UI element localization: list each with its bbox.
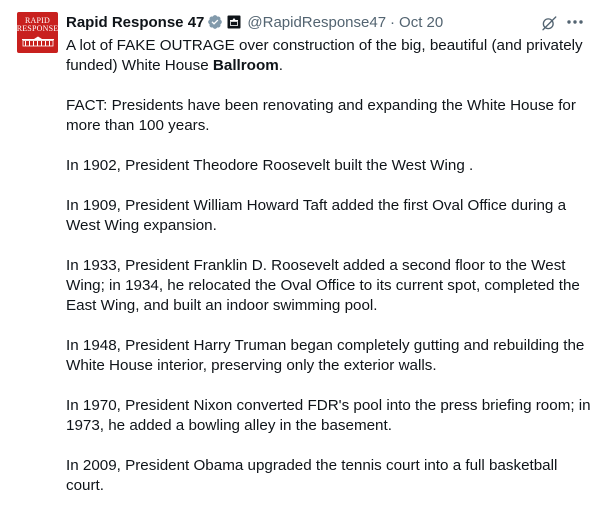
white-house-icon [21,36,54,47]
avatar-text-line2: RESPONSE [17,24,58,33]
post-header: Rapid Response 47 @RapidResponse47 · Oct… [66,12,443,32]
post: RAPID RESPONSE Rapid Response 47 @RapidR… [0,0,602,512]
intro-bold-word: Ballroom [212,57,279,74]
post-date[interactable]: Oct 20 [399,14,443,31]
separator-dot: · [390,13,396,31]
post-text: A lot of FAKE OUTRAGE over construction … [66,36,591,516]
paragraph-1902: In 1902, President Theodore Roosevelt bu… [66,157,474,174]
more-dots-icon [567,20,583,24]
affiliate-badge-icon[interactable] [227,15,241,29]
post-intro: A lot of FAKE OUTRAGE over construction … [66,36,591,76]
avatar[interactable]: RAPID RESPONSE [17,12,58,53]
display-name[interactable]: Rapid Response 47 [66,14,204,31]
paragraph-1948: In 1948, President Harry Truman began co… [66,337,585,374]
paragraph-fact: FACT: Presidents have been renovating an… [66,97,576,134]
paragraph-1909: In 1909, President William Howard Taft a… [66,197,567,234]
paragraph-1933: In 1933, President Franklin D. Roosevelt… [66,257,580,314]
more-options-icon[interactable] [565,12,585,32]
intro-end: . [278,57,283,74]
paragraph-1970: In 1970, President Nixon converted FDR's… [66,397,591,434]
paragraph-2009: In 2009, President Obama upgraded the te… [66,457,558,494]
intro-text: A lot of FAKE OUTRAGE over construction … [66,37,583,74]
verified-badge-icon[interactable] [207,14,223,30]
grok-icon[interactable] [540,14,558,32]
avatar-text: RAPID RESPONSE [17,17,58,33]
handle[interactable]: @RapidResponse47 [247,14,386,31]
